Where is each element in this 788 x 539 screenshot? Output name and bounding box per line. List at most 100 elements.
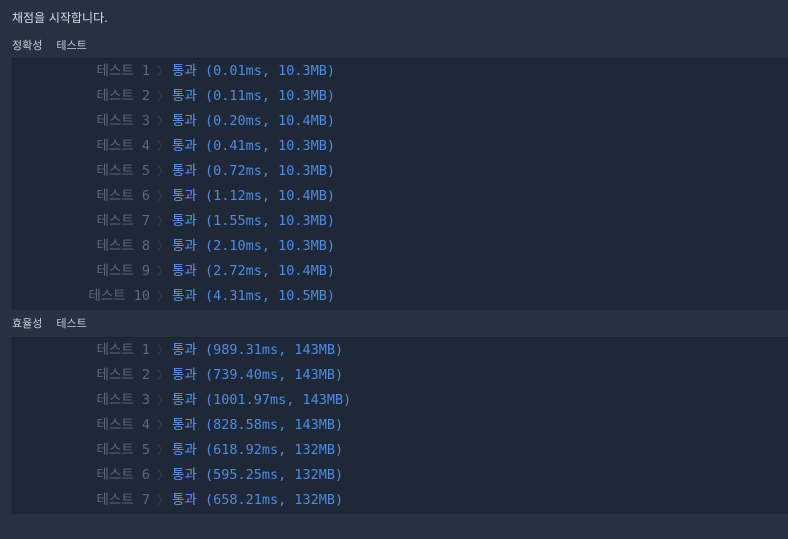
test-result-row: 테스트 4 〉 통과 (0.41ms, 10.3MB) [13, 134, 788, 159]
chevron-right-icon: 〉 [157, 493, 170, 507]
test-result-row: 테스트 5 〉 통과 (618.92ms, 132MB) [13, 438, 788, 463]
section-category: 효율성 [12, 317, 43, 330]
test-metrics: (1.55ms, 10.3MB) [204, 213, 336, 229]
chevron-right-icon: 〉 [157, 164, 170, 178]
test-result-row: 테스트 2 〉 통과 (739.40ms, 143MB) [13, 363, 788, 388]
test-result: 통과 (595.25ms, 132MB) [172, 463, 343, 488]
test-result-row: 테스트 6 〉 통과 (1.12ms, 10.4MB) [13, 184, 788, 209]
test-metrics: (1001.97ms, 143MB) [204, 392, 352, 408]
test-result-row: 테스트 7 〉 통과 (658.21ms, 132MB) [13, 488, 788, 513]
pass-verdict: 통과 [172, 88, 197, 104]
test-metrics: (989.31ms, 143MB) [204, 342, 344, 358]
pass-verdict: 통과 [172, 138, 197, 154]
pass-verdict: 통과 [172, 63, 197, 79]
pass-verdict: 통과 [172, 492, 197, 508]
pass-verdict: 통과 [172, 392, 197, 408]
test-metrics: (0.72ms, 10.3MB) [204, 163, 336, 179]
test-label: 테스트 4 [96, 417, 150, 433]
test-result-row: 테스트 4 〉 통과 (828.58ms, 143MB) [13, 413, 788, 438]
section-label: 테스트 [56, 39, 87, 52]
result-panel-accuracy: 테스트 1 〉 통과 (0.01ms, 10.3MB) 테스트 2 〉 통과 (0.11m… [12, 58, 788, 310]
pass-verdict: 통과 [172, 467, 197, 483]
chevron-right-icon: 〉 [157, 64, 170, 78]
test-metrics: (0.11ms, 10.3MB) [204, 88, 336, 104]
test-label: 테스트 1 [96, 342, 150, 358]
test-metrics: (4.31ms, 10.5MB) [204, 288, 336, 304]
test-label: 테스트 6 [96, 188, 150, 204]
test-result: 통과 (0.01ms, 10.3MB) [172, 59, 335, 84]
chevron-right-icon: 〉 [157, 343, 170, 357]
pass-verdict: 통과 [172, 213, 197, 229]
chevron-right-icon: 〉 [157, 443, 170, 457]
pass-verdict: 통과 [172, 442, 197, 458]
test-metrics: (0.41ms, 10.3MB) [204, 138, 336, 154]
test-result: 통과 (2.72ms, 10.4MB) [172, 259, 335, 284]
test-metrics: (0.01ms, 10.3MB) [204, 63, 336, 79]
pass-verdict: 통과 [172, 342, 197, 358]
test-label: 테스트 9 [96, 263, 150, 279]
test-result-row: 테스트 2 〉 통과 (0.11ms, 10.3MB) [13, 84, 788, 109]
chevron-right-icon: 〉 [157, 214, 170, 228]
test-label: 테스트 8 [96, 238, 150, 254]
test-metrics: (618.92ms, 132MB) [204, 442, 344, 458]
test-label: 테스트 6 [96, 467, 150, 483]
test-result: 통과 (0.20ms, 10.4MB) [172, 109, 335, 134]
pass-verdict: 통과 [172, 417, 197, 433]
test-result-row: 테스트 8 〉 통과 (2.10ms, 10.3MB) [13, 234, 788, 259]
chevron-right-icon: 〉 [157, 139, 170, 153]
test-metrics: (1.12ms, 10.4MB) [204, 188, 336, 204]
test-label: 테스트 2 [96, 367, 150, 383]
test-label: 테스트 5 [96, 442, 150, 458]
test-result-row: 테스트 1 〉 통과 (989.31ms, 143MB) [13, 338, 788, 363]
test-result-row: 테스트 3 〉 통과 (0.20ms, 10.4MB) [13, 109, 788, 134]
test-result-row: 테스트 1 〉 통과 (0.01ms, 10.3MB) [13, 59, 788, 84]
test-result: 통과 (989.31ms, 143MB) [172, 338, 343, 363]
pass-verdict: 통과 [172, 263, 197, 279]
test-metrics: (2.72ms, 10.4MB) [204, 263, 336, 279]
test-label: 테스트 3 [96, 392, 150, 408]
chevron-right-icon: 〉 [157, 468, 170, 482]
result-panel-efficiency: 테스트 1 〉 통과 (989.31ms, 143MB) 테스트 2 〉 통과 (739.… [12, 337, 788, 514]
section-label: 테스트 [56, 317, 87, 330]
test-label: 테스트 3 [96, 113, 150, 129]
test-result: 통과 (0.11ms, 10.3MB) [172, 84, 335, 109]
chevron-right-icon: 〉 [157, 239, 170, 253]
pass-verdict: 통과 [172, 188, 197, 204]
test-metrics: (595.25ms, 132MB) [204, 467, 344, 483]
test-result: 통과 (0.72ms, 10.3MB) [172, 159, 335, 184]
test-result-row: 테스트 6 〉 통과 (595.25ms, 132MB) [13, 463, 788, 488]
chevron-right-icon: 〉 [157, 289, 170, 303]
test-label: 테스트 2 [96, 88, 150, 104]
test-result: 통과 (1001.97ms, 143MB) [172, 388, 351, 413]
test-result: 통과 (1.55ms, 10.3MB) [172, 209, 335, 234]
test-label: 테스트 1 [96, 63, 150, 79]
test-result: 통과 (4.31ms, 10.5MB) [172, 284, 335, 309]
chevron-right-icon: 〉 [157, 114, 170, 128]
test-metrics: (2.10ms, 10.3MB) [204, 238, 336, 254]
test-label: 테스트 7 [96, 213, 150, 229]
pass-verdict: 통과 [172, 163, 197, 179]
pass-verdict: 통과 [172, 113, 197, 129]
section-header-accuracy: 정확성 테스트 [12, 38, 87, 54]
test-result-row: 테스트 9 〉 통과 (2.72ms, 10.4MB) [13, 259, 788, 284]
test-result-row: 테스트 3 〉 통과 (1001.97ms, 143MB) [13, 388, 788, 413]
pass-verdict: 통과 [172, 288, 197, 304]
test-result: 통과 (658.21ms, 132MB) [172, 488, 343, 513]
test-result: 통과 (1.12ms, 10.4MB) [172, 184, 335, 209]
test-label: 테스트 10 [88, 288, 150, 304]
test-result-row: 테스트 7 〉 통과 (1.55ms, 10.3MB) [13, 209, 788, 234]
chevron-right-icon: 〉 [157, 418, 170, 432]
test-result: 통과 (739.40ms, 143MB) [172, 363, 343, 388]
chevron-right-icon: 〉 [157, 393, 170, 407]
test-result: 통과 (2.10ms, 10.3MB) [172, 234, 335, 259]
chevron-right-icon: 〉 [157, 189, 170, 203]
status-message: 채점을 시작합니다. [12, 11, 108, 25]
test-label: 테스트 7 [96, 492, 150, 508]
section-category: 정확성 [12, 39, 43, 52]
test-metrics: (658.21ms, 132MB) [204, 492, 344, 508]
test-label: 테스트 5 [96, 163, 150, 179]
test-metrics: (0.20ms, 10.4MB) [204, 113, 336, 129]
test-label: 테스트 4 [96, 138, 150, 154]
test-result: 통과 (618.92ms, 132MB) [172, 438, 343, 463]
test-result: 통과 (828.58ms, 143MB) [172, 413, 343, 438]
